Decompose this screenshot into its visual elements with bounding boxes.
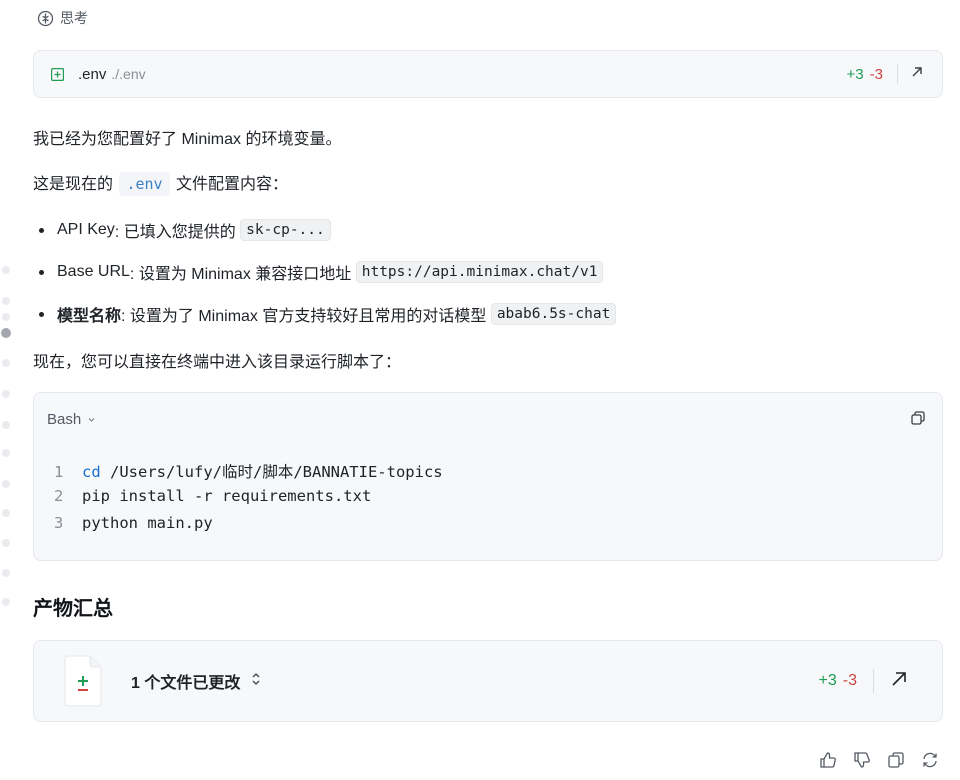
list-item: Base URL : 设置为 Minimax 兼容接口地址 https://ap… [39, 260, 604, 284]
timeline-dot[interactable] [2, 539, 10, 547]
brain-icon [37, 10, 54, 27]
bullet-key: 模型名称 [57, 308, 122, 325]
lines-removed: -3 [842, 672, 857, 689]
thumbs-up-icon[interactable] [818, 750, 838, 770]
bullet-text: : 设置为 Minimax 兼容接口地址 [129, 266, 352, 283]
file-change-bar[interactable]: .env ./.env +3 -3 [33, 50, 943, 98]
timeline-dot[interactable] [2, 390, 10, 398]
arrow-up-right-icon[interactable] [910, 65, 924, 84]
bullet-text: : 设置为了 Minimax 官方支持较好且常用的对话模型 [121, 308, 487, 325]
lines-added: +3 [846, 65, 864, 83]
code-keyword: cd [82, 463, 101, 481]
code-text: python main.py [82, 514, 213, 532]
timeline-dot-active[interactable] [1, 328, 11, 338]
changed-files-label: 1 个文件已更改 [131, 675, 241, 692]
bullet-code: abab6.5s-chat [490, 303, 617, 325]
code-line: 1 cd /Users/lufy/临时/脚本/BANNATIE-topics [54, 460, 443, 482]
timeline-dot[interactable] [2, 297, 10, 305]
bullet-key: Base URL [57, 263, 130, 280]
timeline-dot[interactable] [2, 598, 10, 606]
bullet-code: sk-cp-... [240, 219, 331, 241]
timeline-dot[interactable] [2, 449, 10, 457]
copy-icon[interactable] [886, 750, 906, 770]
code-line: 3 python main.py [54, 514, 213, 532]
copy-icon[interactable] [910, 410, 926, 431]
lines-added: +3 [818, 672, 837, 689]
timeline-dots [0, 0, 14, 780]
message-line-1: 我已经为您配置好了 Minimax 的环境变量。 [33, 131, 342, 148]
line-number: 3 [54, 514, 64, 532]
bullet-dot [39, 311, 44, 317]
timeline-dot[interactable] [2, 480, 10, 488]
message-line-3: 现在，您可以直接在终端中进入该目录运行脚本了： [33, 354, 402, 371]
bullet-code: https://api.minimax.chat/v1 [355, 261, 604, 283]
inline-code-env: .env [119, 172, 170, 196]
bullet-text: : 已填入您提供的 [114, 224, 236, 241]
code-block: Bash 1 cd /Users/lufy/临时/脚本/BANNATIE-topi… [33, 392, 943, 561]
message-actions [818, 750, 940, 770]
thinking-toggle[interactable]: 思考 [37, 8, 88, 28]
chevron-up-down-icon[interactable] [250, 672, 262, 691]
code-line: 2 pip install -r requirements.txt [54, 487, 371, 505]
list-item: 模型名称 : 设置为了 Minimax 官方支持较好且常用的对话模型 abab6… [39, 302, 617, 326]
file-name: .env [78, 65, 107, 83]
arrow-up-right-icon[interactable] [890, 670, 908, 693]
line2-suffix: 文件配置内容： [176, 176, 289, 193]
summary-heading: 产物汇总 [33, 598, 113, 620]
timeline-dot[interactable] [2, 359, 10, 367]
timeline-dot[interactable] [2, 266, 10, 274]
changes-summary-card[interactable]: 1 个文件已更改 +3 -3 [33, 640, 943, 722]
language-selector[interactable]: Bash [47, 411, 96, 428]
timeline-dot[interactable] [2, 509, 10, 517]
code-text: /Users/lufy/临时/脚本/BANNATIE-topics [100, 463, 443, 481]
language-label: Bash [47, 411, 82, 428]
message-line-2: 这是现在的 .env 文件配置内容： [33, 170, 289, 196]
timeline-dot[interactable] [2, 313, 10, 321]
timeline-dot[interactable] [2, 421, 10, 429]
list-item: API Key : 已填入您提供的 sk-cp-... [39, 218, 331, 242]
lines-removed: -3 [869, 65, 883, 83]
file-added-icon [51, 67, 65, 81]
file-path: ./.env [111, 66, 146, 82]
line-number: 2 [54, 487, 64, 505]
regenerate-icon[interactable] [920, 750, 940, 770]
bullet-dot [39, 227, 44, 233]
line2-prefix: 这是现在的 [33, 176, 114, 193]
code-text: pip install -r requirements.txt [82, 487, 372, 505]
thinking-label: 思考 [60, 10, 88, 26]
bullet-dot [39, 269, 44, 275]
bullet-key: API Key [57, 221, 115, 238]
thumbs-down-icon[interactable] [852, 750, 872, 770]
file-diff-icon [63, 655, 103, 707]
chevron-down-icon [87, 411, 96, 428]
divider [873, 669, 874, 693]
line-number: 1 [54, 463, 64, 481]
timeline-dot[interactable] [2, 569, 10, 577]
divider [897, 64, 898, 84]
